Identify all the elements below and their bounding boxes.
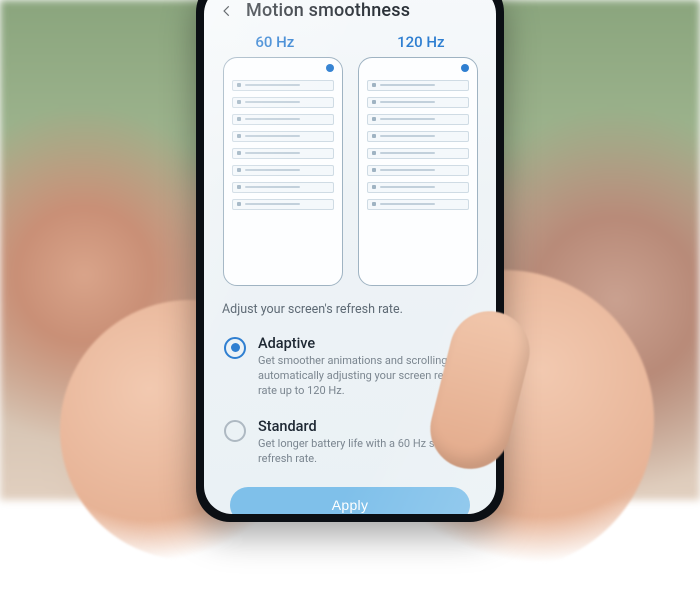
preview-60hz bbox=[223, 57, 343, 286]
hz-label-row: 60 Hz 120 Hz bbox=[204, 33, 496, 51]
preview-120hz bbox=[358, 57, 478, 286]
chevron-left-icon bbox=[220, 4, 234, 18]
hz-label-60: 60 Hz bbox=[255, 33, 294, 51]
radio-standard[interactable] bbox=[224, 420, 246, 442]
settings-header: Motion smoothness bbox=[204, 0, 496, 27]
preview-info-icon bbox=[326, 64, 334, 72]
hz-label-120: 120 Hz bbox=[397, 33, 445, 51]
radio-adaptive[interactable] bbox=[224, 337, 246, 359]
section-description: Adjust your screen's refresh rate. bbox=[204, 300, 496, 325]
preview-row bbox=[204, 51, 496, 300]
radio-selected-icon bbox=[231, 343, 240, 352]
back-button[interactable] bbox=[218, 2, 236, 20]
option-adaptive-title: Adaptive bbox=[258, 335, 476, 352]
apply-button[interactable]: Apply bbox=[230, 487, 470, 514]
preview-info-icon bbox=[461, 64, 469, 72]
page-title: Motion smoothness bbox=[246, 0, 410, 21]
